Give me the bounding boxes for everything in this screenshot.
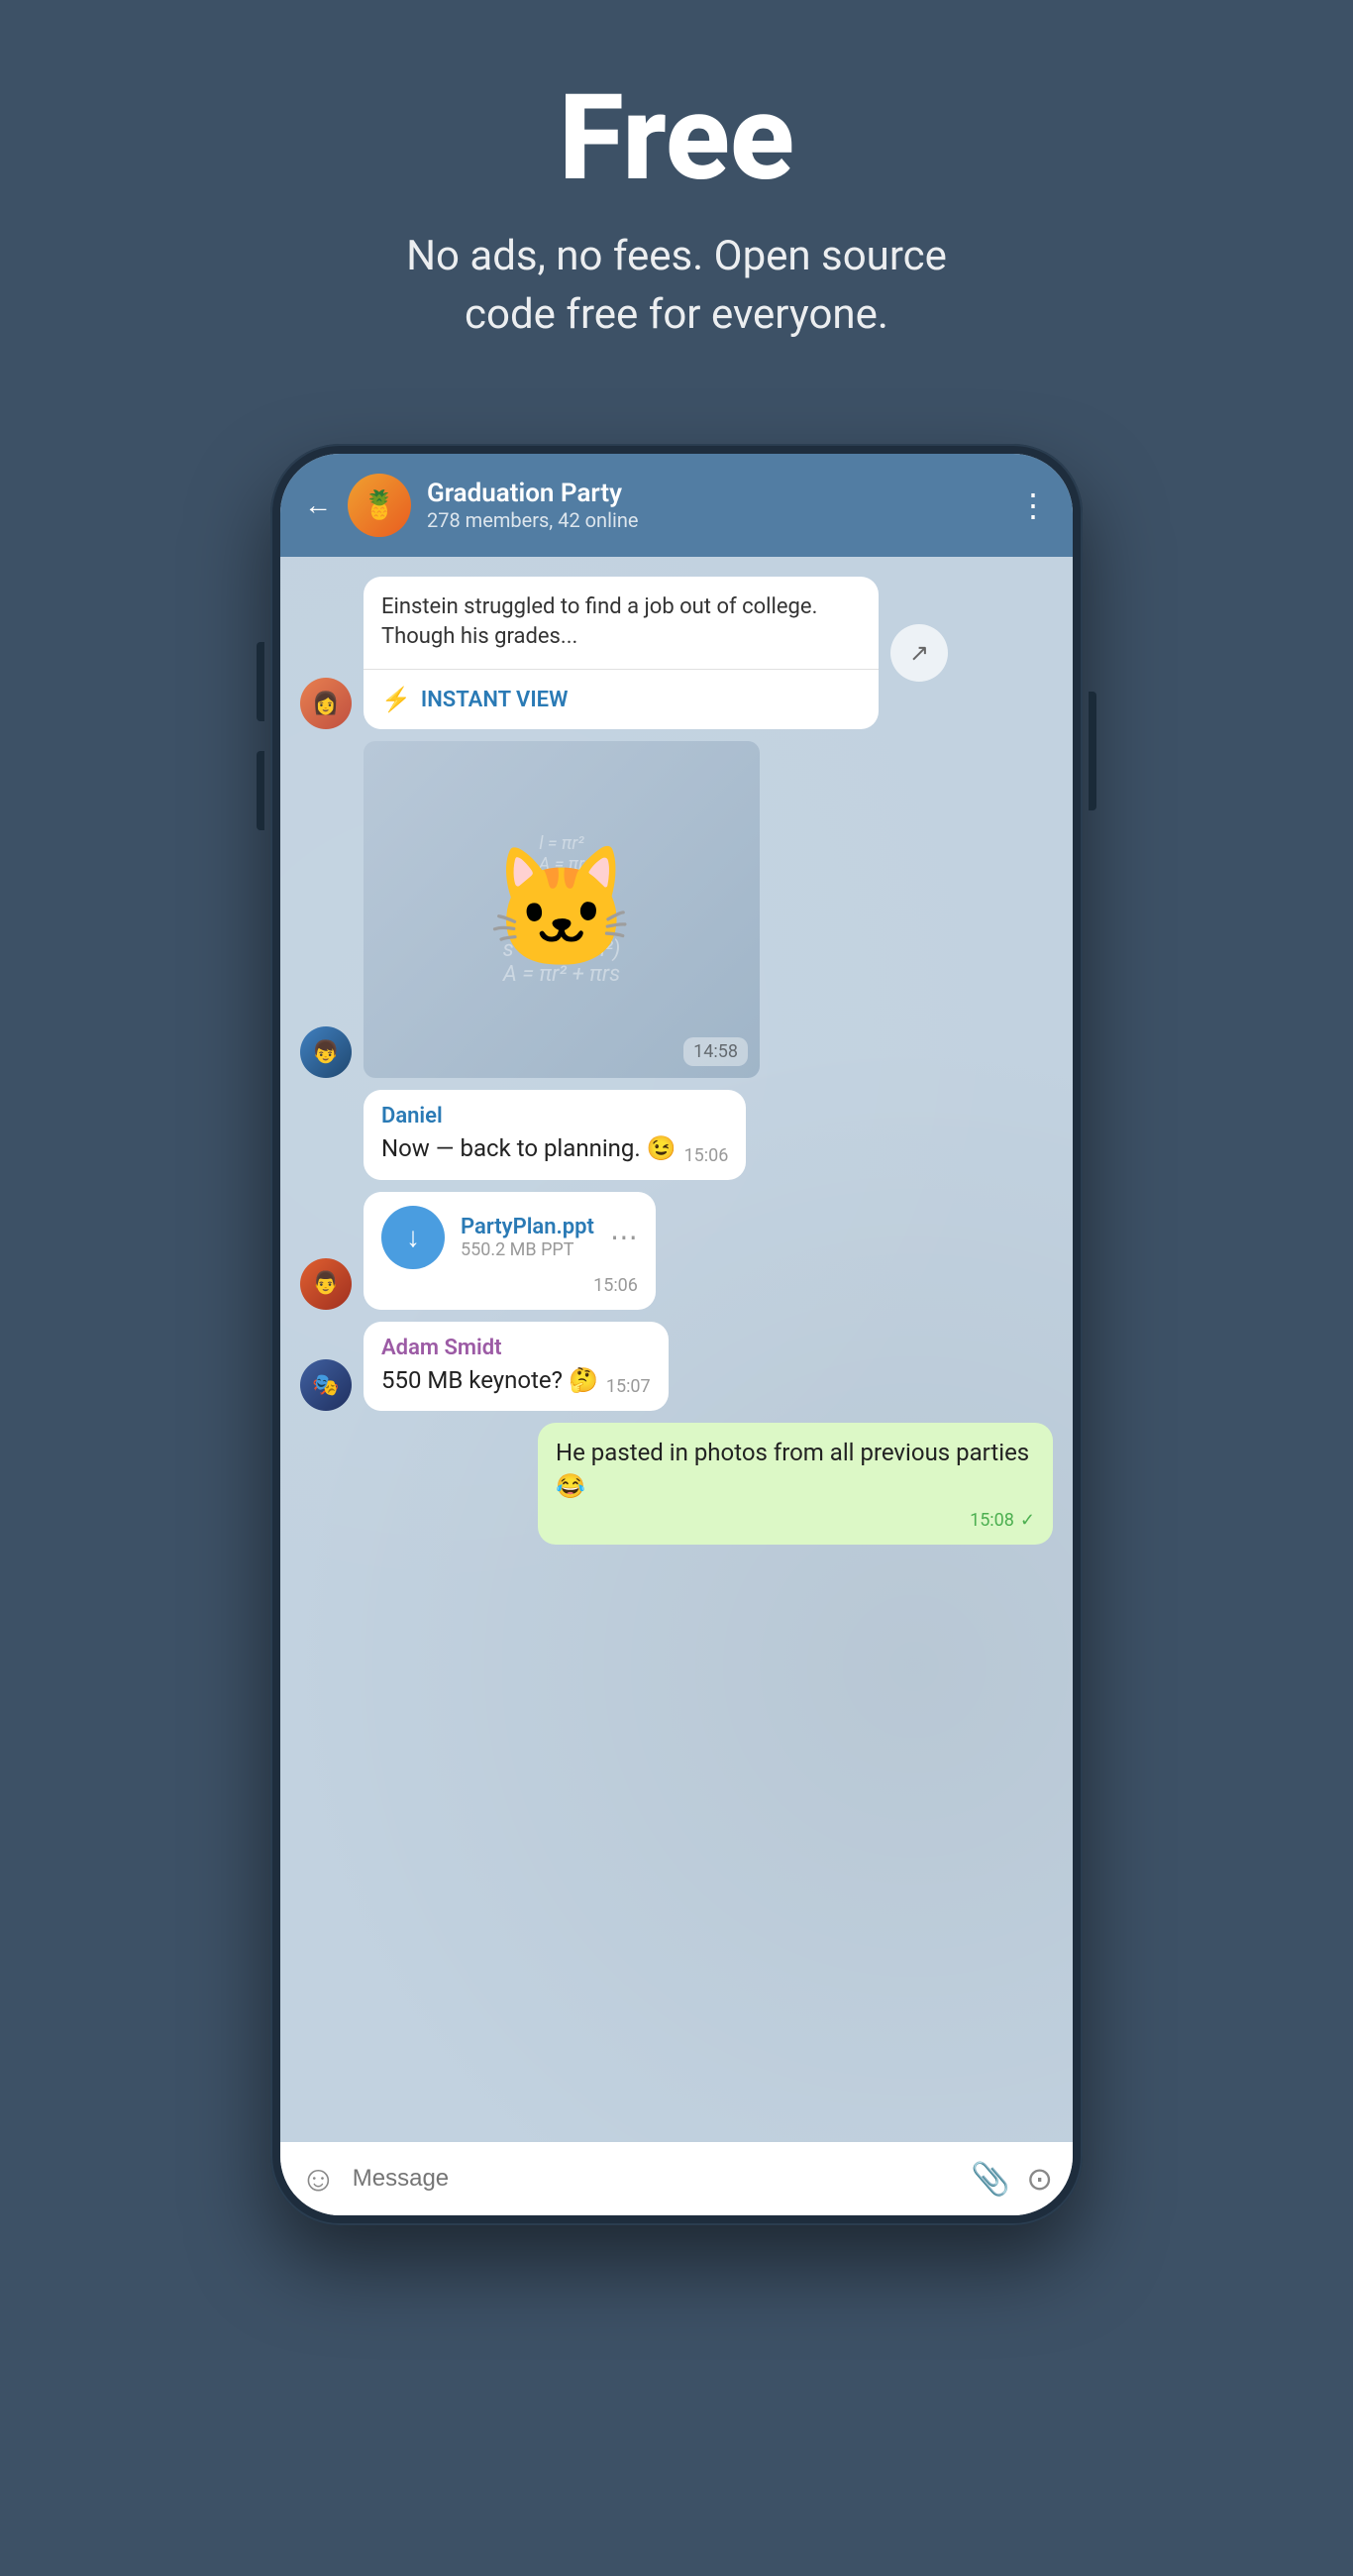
checkmark-icon: ✓ <box>1020 1510 1035 1531</box>
sender-name: Adam Smidt <box>381 1336 651 1360</box>
message-meta: 15:08 ✓ <box>556 1510 1035 1531</box>
file-size: 550.2 MB PPT <box>461 1239 594 1260</box>
message-time: 15:08 <box>970 1510 1014 1531</box>
file-info: PartyPlan.ppt 550.2 MB PPT <box>461 1215 594 1260</box>
instant-view-button[interactable]: ⚡ INSTANT VIEW <box>364 669 879 729</box>
back-button[interactable]: ← <box>304 488 332 521</box>
avatar: 🎭 <box>300 1359 352 1411</box>
message-time: 15:06 <box>593 1275 638 1296</box>
table-row: 🎭 Adam Smidt 550 MB keynote? 🤔 15:07 <box>300 1322 1053 1412</box>
instant-view-label: INSTANT VIEW <box>421 688 569 712</box>
sticker-row: 👦 l = πr² A = πr V = l³ P = 2πr A = πr³ … <box>300 741 1053 1078</box>
attach-button[interactable]: 📎 <box>971 2160 1010 2198</box>
message-text: 550 MB keynote? 🤔 <box>381 1364 598 1398</box>
table-row: Daniel Now — back to planning. 😉 15:06 <box>300 1090 1053 1180</box>
article-text: Einstein struggled to find a job out of … <box>364 577 879 670</box>
phone-button-volume-up <box>257 642 264 721</box>
avatar: 👦 <box>300 1026 352 1078</box>
table-row: He pasted in photos from all previous pa… <box>300 1423 1053 1544</box>
phone-button-power <box>1089 692 1096 810</box>
message-time: 15:07 <box>606 1376 651 1397</box>
chat-members: 278 members, 42 online <box>427 508 1001 532</box>
phone-button-volume-down <box>257 751 264 830</box>
hero-section: Free No ads, no fees. Open sourcecode fr… <box>0 0 1353 404</box>
article-bubble: Einstein struggled to find a job out of … <box>364 577 879 730</box>
file-content: ↓ PartyPlan.ppt 550.2 MB PPT ⋯ <box>381 1206 638 1269</box>
sticker-image: l = πr² A = πr V = l³ P = 2πr A = πr³ s … <box>364 741 760 1078</box>
chat-header: ← 🍍 Graduation Party 278 members, 42 onl… <box>280 454 1073 557</box>
chat-name: Graduation Party <box>427 479 1001 508</box>
group-avatar: 🍍 <box>348 474 411 537</box>
table-row: 👩 Einstein struggled to find a job out o… <box>300 577 1053 730</box>
emoji-button[interactable]: ☺ <box>300 2158 337 2200</box>
text-bubble: Adam Smidt 550 MB keynote? 🤔 15:07 <box>364 1322 669 1412</box>
phone-wrapper: ← 🍍 Graduation Party 278 members, 42 onl… <box>270 444 1083 2225</box>
file-bubble: ↓ PartyPlan.ppt 550.2 MB PPT ⋯ 15:06 <box>364 1192 656 1310</box>
sender-name: Daniel <box>381 1104 728 1128</box>
hero-subtitle: No ads, no fees. Open sourcecode free fo… <box>40 228 1313 345</box>
hero-title: Free <box>40 79 1313 198</box>
lightning-icon: ⚡ <box>381 686 411 713</box>
chat-info: Graduation Party 278 members, 42 online <box>427 479 1001 532</box>
message-time: 15:06 <box>684 1145 729 1166</box>
phone-inner: ← 🍍 Graduation Party 278 members, 42 onl… <box>280 454 1073 2215</box>
avatar: 👩 <box>300 678 352 729</box>
table-row: 👨 ↓ PartyPlan.ppt 550.2 MB PPT ⋯ 15:06 <box>300 1192 1053 1310</box>
download-button[interactable]: ↓ <box>381 1206 445 1269</box>
sticker-time: 14:58 <box>683 1037 748 1066</box>
outgoing-bubble: He pasted in photos from all previous pa… <box>538 1423 1053 1544</box>
share-button[interactable]: ↗ <box>890 624 948 682</box>
phone-frame: ← 🍍 Graduation Party 278 members, 42 onl… <box>270 444 1083 2225</box>
more-button[interactable]: ⋮ <box>1017 486 1049 524</box>
avatar: 👨 <box>300 1258 352 1310</box>
input-bar: ☺ 📎 ⊙ <box>280 2142 1073 2215</box>
cat-sticker: 🐱 <box>487 840 635 979</box>
camera-button[interactable]: ⊙ <box>1026 2160 1053 2198</box>
text-bubble: Daniel Now — back to planning. 😉 15:06 <box>364 1090 746 1180</box>
file-more-button[interactable]: ⋯ <box>610 1221 638 1253</box>
message-text: He pasted in photos from all previous pa… <box>556 1437 1035 1503</box>
message-input[interactable] <box>353 2165 956 2193</box>
message-text: Now — back to planning. 😉 <box>381 1132 676 1166</box>
message-meta: 15:06 <box>381 1275 638 1296</box>
chat-area: 👩 Einstein struggled to find a job out o… <box>280 557 1073 2142</box>
file-name: PartyPlan.ppt <box>461 1215 594 1239</box>
